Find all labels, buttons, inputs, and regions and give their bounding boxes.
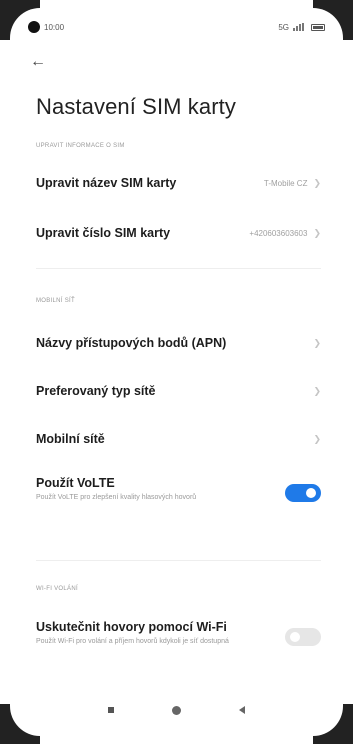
edit-sim-number-value-group: +420603603603 ❯ (249, 228, 321, 239)
back-arrow-icon[interactable]: ← (30, 52, 50, 72)
status-time: 10:00 (44, 22, 65, 32)
signal-icon (293, 23, 307, 31)
sim-number-value: +420603603603 (249, 228, 308, 238)
edit-sim-name-row[interactable]: Upravit název SIM karty T-Mobile CZ ❯ (36, 176, 321, 190)
chevron-right-icon: ❯ (313, 385, 321, 396)
volte-toggle[interactable] (285, 484, 321, 502)
section-header-sim-info: UPRAVIT INFORMACE O SIM (36, 143, 125, 149)
volte-description: Použít VoLTE pro zlepšení kvality hlasov… (36, 494, 197, 501)
apn-row[interactable]: Názvy přístupových bodů (APN) ❯ (36, 336, 321, 350)
wifi-calling-description: Použít Wi-Fi pro volání a příjem hovorů … (36, 638, 229, 645)
sim-name-value: T-Mobile CZ (263, 178, 308, 188)
edit-sim-number-row[interactable]: Upravit číslo SIM karty +420603603603 ❯ (36, 226, 321, 240)
toggle-knob (290, 632, 300, 642)
status-left: 10:00 (28, 21, 64, 33)
mobile-networks-row[interactable]: Mobilní sítě ❯ (36, 432, 321, 446)
chevron-right-icon: ❯ (313, 227, 321, 238)
toggle-knob (306, 488, 316, 498)
wifi-calling-label: Uskutečnit hovory pomocí Wi-Fi (36, 620, 227, 634)
network-label: 5G (278, 22, 289, 32)
nav-back-icon[interactable] (239, 706, 245, 714)
divider (36, 560, 321, 561)
battery-icon (311, 23, 325, 31)
chevron-right-icon: ❯ (313, 433, 321, 444)
chevron-right-icon: ❯ (313, 177, 321, 188)
section-header-mobile-network: MOBILNÍ SÍŤ (36, 298, 75, 304)
status-right: 5G (278, 23, 325, 32)
divider (36, 268, 321, 269)
wifi-calling-row[interactable]: Uskutečnit hovory pomocí Wi-Fi Použít Wi… (36, 620, 321, 646)
edit-sim-name-label: Upravit název SIM karty (36, 176, 177, 190)
status-bar: 10:00 5G (28, 16, 325, 38)
recent-apps-icon[interactable] (108, 707, 114, 713)
chevron-right-icon: ❯ (313, 337, 321, 348)
edit-sim-name-value-group: T-Mobile CZ ❯ (264, 178, 321, 189)
volte-row[interactable]: Použít VoLTE Použít VoLTE pro zlepšení k… (36, 476, 321, 502)
preferred-network-type-label: Preferovaný typ sítě (36, 384, 156, 398)
section-header-wifi-calling: WI-FI VOLÁNÍ (36, 586, 78, 592)
mobile-networks-label: Mobilní sítě (36, 432, 105, 446)
navigation-bar (10, 698, 343, 722)
wifi-calling-toggle[interactable] (285, 628, 321, 646)
home-icon[interactable] (172, 705, 181, 715)
page-title: Nastavení SIM karty (36, 94, 236, 119)
preferred-network-type-row[interactable]: Preferovaný typ sítě ❯ (36, 384, 321, 398)
volte-label: Použít VoLTE (36, 476, 115, 490)
phone-frame: 10:00 5G ← Nastavení SIM karty UPRAVIT I… (0, 0, 353, 744)
apn-label: Názvy přístupových bodů (APN) (36, 336, 227, 350)
screen: 10:00 5G ← Nastavení SIM karty UPRAVIT I… (10, 8, 343, 736)
edit-sim-number-label: Upravit číslo SIM karty (36, 226, 171, 240)
front-camera-icon (28, 21, 40, 33)
